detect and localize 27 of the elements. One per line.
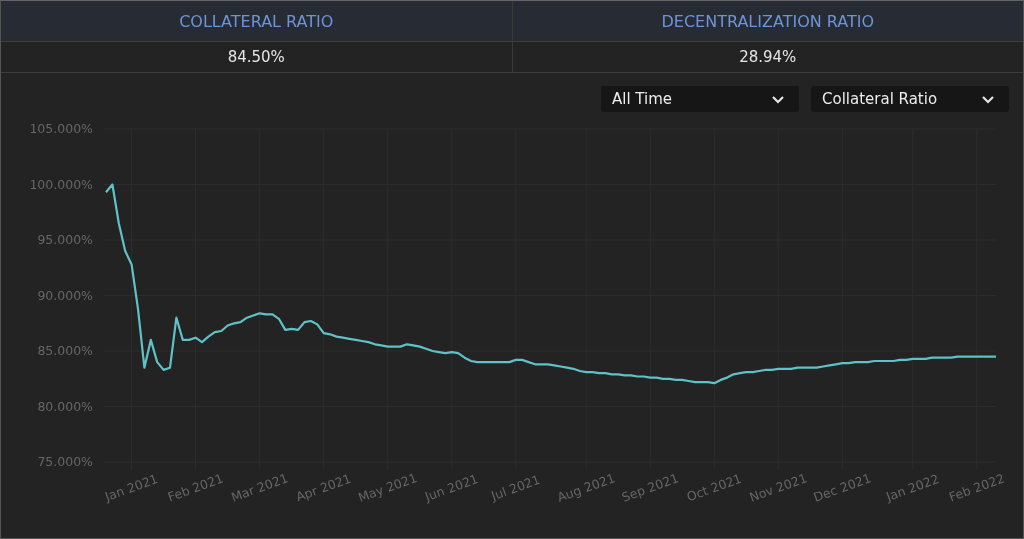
x-axis-label: May 2021 — [356, 469, 420, 506]
x-axis-label: Oct 2021 — [684, 470, 744, 505]
y-axis-label: 85.000% — [37, 343, 93, 358]
chevron-down-icon — [981, 94, 995, 104]
x-axis-label: Jan 2021 — [103, 471, 160, 504]
y-axis-label: 90.000% — [37, 287, 93, 303]
x-axis-label: Jun 2021 — [423, 471, 481, 505]
x-axis-label: Jul 2021 — [489, 471, 543, 504]
x-axis-label: Apr 2021 — [294, 470, 354, 505]
y-axis-label: 100.000% — [29, 176, 93, 192]
x-axis-label: Dec 2021 — [811, 470, 873, 505]
y-axis-label: 105.000% — [29, 121, 93, 136]
x-axis-label: Nov 2021 — [747, 470, 809, 505]
stat-header: COLLATERAL RATIO — [1, 1, 512, 42]
x-axis-label: Mar 2021 — [229, 470, 290, 505]
dropdown[interactable]: All Time — [601, 86, 799, 112]
stat-header: DECENTRALIZATION RATIO — [512, 1, 1023, 42]
y-axis-label: 95.000% — [37, 232, 93, 247]
x-axis-label: Feb 2021 — [165, 470, 226, 505]
x-axis-label: Aug 2021 — [555, 470, 617, 505]
x-axis-label: Sep 2021 — [619, 470, 681, 505]
x-axis-label: Jan 2022 — [884, 471, 942, 504]
y-axis-label: 75.000% — [37, 454, 93, 469]
chevron-down-icon — [771, 94, 785, 104]
dropdown[interactable]: Collateral Ratio — [811, 86, 1009, 112]
x-axis-label: Feb 2022 — [946, 470, 1007, 505]
y-axis-label: 80.000% — [37, 398, 93, 414]
